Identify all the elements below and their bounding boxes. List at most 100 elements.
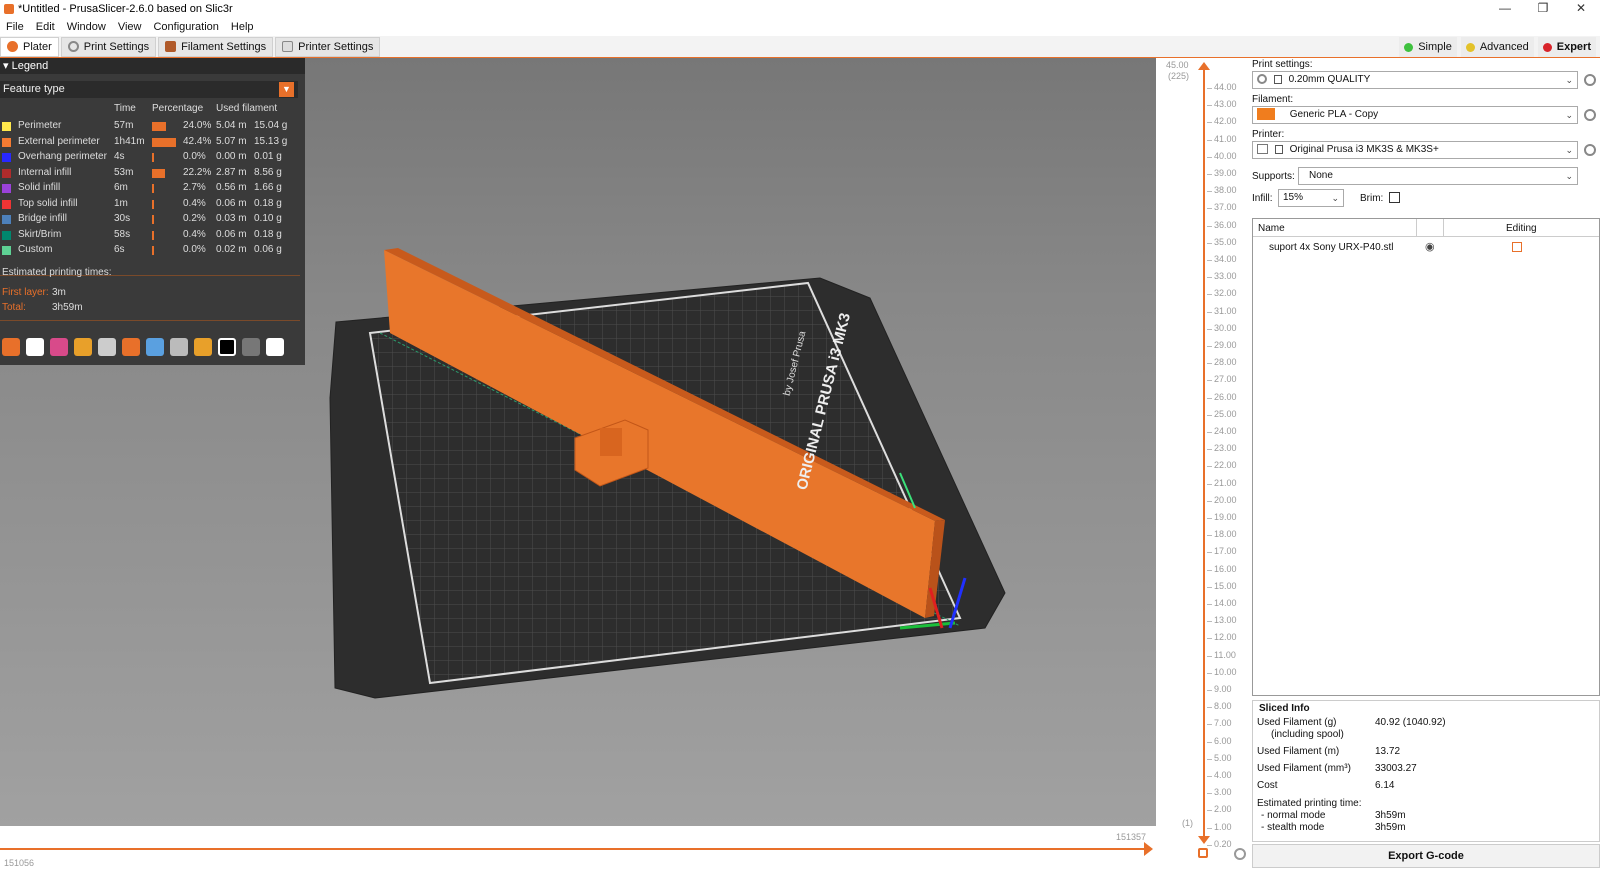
retractions-icon[interactable] (50, 338, 68, 356)
deretractions-icon[interactable] (74, 338, 92, 356)
used-filament-mm3-value: 33003.27 (1375, 763, 1417, 774)
menu-configuration[interactable]: Configuration (147, 21, 224, 33)
layer-tick-label: 10.00 (1214, 666, 1237, 677)
layer-tick-mark (1207, 174, 1212, 175)
wipe-icon[interactable] (26, 338, 44, 356)
layer-tick-mark (1207, 105, 1212, 107)
seams-icon[interactable] (98, 338, 116, 356)
infill-select[interactable]: 15% ⌄ (1278, 189, 1344, 207)
legend-row[interactable]: Bridge infill 30s 0.2% 0.03 m 0.10 g (0, 212, 300, 227)
custom-gcode-icon[interactable] (194, 338, 212, 356)
minimize-button[interactable]: — (1486, 0, 1524, 18)
3d-viewport[interactable]: ORIGINAL PRUSA i3 MK3 by Josef Prusa ▾ L… (0, 58, 1156, 870)
feature-time: 6m (114, 182, 128, 193)
eye-icon[interactable]: ◉ (1425, 240, 1435, 253)
close-button[interactable]: ✕ (1562, 0, 1600, 18)
legend-toolbar (0, 336, 300, 358)
layer-bottom-thumb[interactable] (1198, 836, 1210, 844)
legend-row[interactable]: Perimeter 57m 24.0% 5.04 m 15.04 g (0, 119, 300, 134)
gcode-move-slider[interactable]: 151056 151357 (0, 826, 1156, 870)
center-of-gravity-icon[interactable] (218, 338, 236, 356)
total-value: 3h59m (52, 302, 83, 313)
color-swatch (2, 153, 11, 162)
layer-tick-mark (1207, 311, 1212, 313)
tab-plater[interactable]: Plater (0, 36, 59, 57)
col-time: Time (114, 103, 136, 114)
tab-printer-settings[interactable]: Printer Settings (275, 36, 381, 57)
layer-tick-label: 26.00 (1214, 391, 1237, 402)
object-row[interactable]: suport 4x Sony URX-P40.stl ◉ (1253, 239, 1599, 257)
menu-edit[interactable]: Edit (30, 21, 61, 33)
cog-icon[interactable] (1234, 848, 1246, 860)
legend-panel: ▾ Legend Feature type ▼ Time Percentage … (0, 58, 305, 365)
layer-slider[interactable]: 45.00 (225) 44.00 43.00 42.00 41.00 40.00 39.… (1156, 58, 1246, 870)
feature-type-select[interactable]: Feature type ▼ (0, 81, 298, 98)
used-filament-m-value: 13.72 (1375, 746, 1401, 757)
normal-mode-label: - normal mode (1261, 810, 1326, 821)
export-gcode-button[interactable]: Export G-code (1252, 844, 1600, 868)
mode-expert[interactable]: Expert (1537, 37, 1596, 57)
color-swatch (2, 199, 11, 209)
legend-row[interactable]: Overhang perimeter 4s 0.0% 0.00 m 0.01 g (0, 150, 300, 165)
layer-tick-mark (1207, 741, 1212, 743)
mode-advanced[interactable]: Advanced (1460, 37, 1534, 57)
print-settings-select[interactable]: 0.20mm QUALITY ⌄ (1252, 71, 1578, 89)
layer-tick-mark (1207, 414, 1212, 416)
col-used-filament: Used filament (216, 103, 278, 114)
legend-row[interactable]: Top solid infill 1m 0.4% 0.06 m 0.18 g (0, 197, 300, 212)
menu-help[interactable]: Help (225, 21, 260, 33)
travel-icon[interactable] (2, 338, 20, 356)
percentage-bar (152, 246, 154, 255)
supports-select[interactable]: None ⌄ (1298, 167, 1578, 185)
percentage-bar (152, 184, 154, 193)
layer-tick-mark (1207, 604, 1212, 605)
settings-gear-icon[interactable] (1584, 74, 1596, 86)
maximize-button[interactable]: ❐ (1524, 0, 1562, 18)
slider-thumb[interactable] (1144, 842, 1153, 856)
layer-tick-mark (1207, 483, 1212, 485)
layer-top-thumb[interactable] (1198, 62, 1210, 70)
layer-tick-label: 20.00 (1214, 494, 1237, 505)
tab-filament-settings[interactable]: Filament Settings (158, 36, 274, 57)
lock-icon[interactable] (1198, 848, 1208, 858)
layer-tick-label: 44.00 (1214, 82, 1237, 92)
filament-color-swatch[interactable] (1257, 108, 1275, 121)
tool-changes-icon[interactable] (122, 338, 140, 356)
mode-simple[interactable]: Simple (1399, 37, 1457, 57)
layer-tick-mark (1207, 672, 1212, 674)
legend-row[interactable]: Solid infill 6m 2.7% 0.56 m 1.66 g (0, 181, 300, 196)
menu-file[interactable]: File (0, 21, 30, 33)
layer-tick-mark (1207, 346, 1212, 347)
legend-header[interactable]: ▾ Legend (0, 58, 305, 74)
legend-row[interactable]: Internal infill 53m 22.2% 2.87 m 8.56 g (0, 166, 300, 181)
legend-row[interactable]: External perimeter 1h41m 42.4% 5.07 m 15.13 … (0, 135, 300, 150)
tool-marker-icon[interactable] (266, 338, 284, 356)
filament-select[interactable]: Generic PLA - Copy ⌄ (1252, 106, 1578, 124)
menu-view[interactable]: View (112, 21, 148, 33)
printer-select[interactable]: Original Prusa i3 MK3S & MK3S+ ⌄ (1252, 141, 1578, 159)
mode-label: Advanced (1479, 41, 1529, 53)
feature-weight: 8.56 g (254, 166, 282, 178)
feature-percentage: 0.4% (183, 228, 206, 240)
legend-row[interactable]: Skirt/Brim 58s 0.4% 0.06 m 0.18 g (0, 228, 300, 243)
shells-icon[interactable] (242, 338, 260, 356)
layer-tick-mark (1207, 122, 1212, 124)
settings-gear-icon[interactable] (1584, 109, 1596, 121)
color-changes-icon[interactable] (146, 338, 164, 356)
settings-gear-icon[interactable] (1584, 144, 1596, 156)
layer-tick-label: 27.00 (1214, 374, 1237, 385)
title-bar: *Untitled - PrusaSlicer-2.6.0 based on S… (0, 0, 1600, 18)
brim-checkbox[interactable] (1389, 192, 1400, 203)
menu-window[interactable]: Window (61, 21, 112, 33)
layer-tick-label: 8.00 (1214, 701, 1232, 712)
tab-print-settings[interactable]: Print Settings (60, 36, 157, 57)
pause-icon[interactable] (170, 338, 188, 356)
legend-row[interactable]: Custom 6s 0.0% 0.02 m 0.06 g (0, 243, 300, 258)
sliced-info-title: Sliced Info (1259, 703, 1310, 714)
infill-label: Infill: (1252, 193, 1273, 204)
window-title: *Untitled - PrusaSlicer-2.6.0 based on S… (18, 3, 233, 15)
edit-icon[interactable] (1512, 242, 1522, 252)
object-name: suport 4x Sony URX-P40.stl (1269, 242, 1394, 253)
layer-tick-label: 25.00 (1214, 408, 1237, 419)
feature-time: 4s (114, 151, 125, 162)
